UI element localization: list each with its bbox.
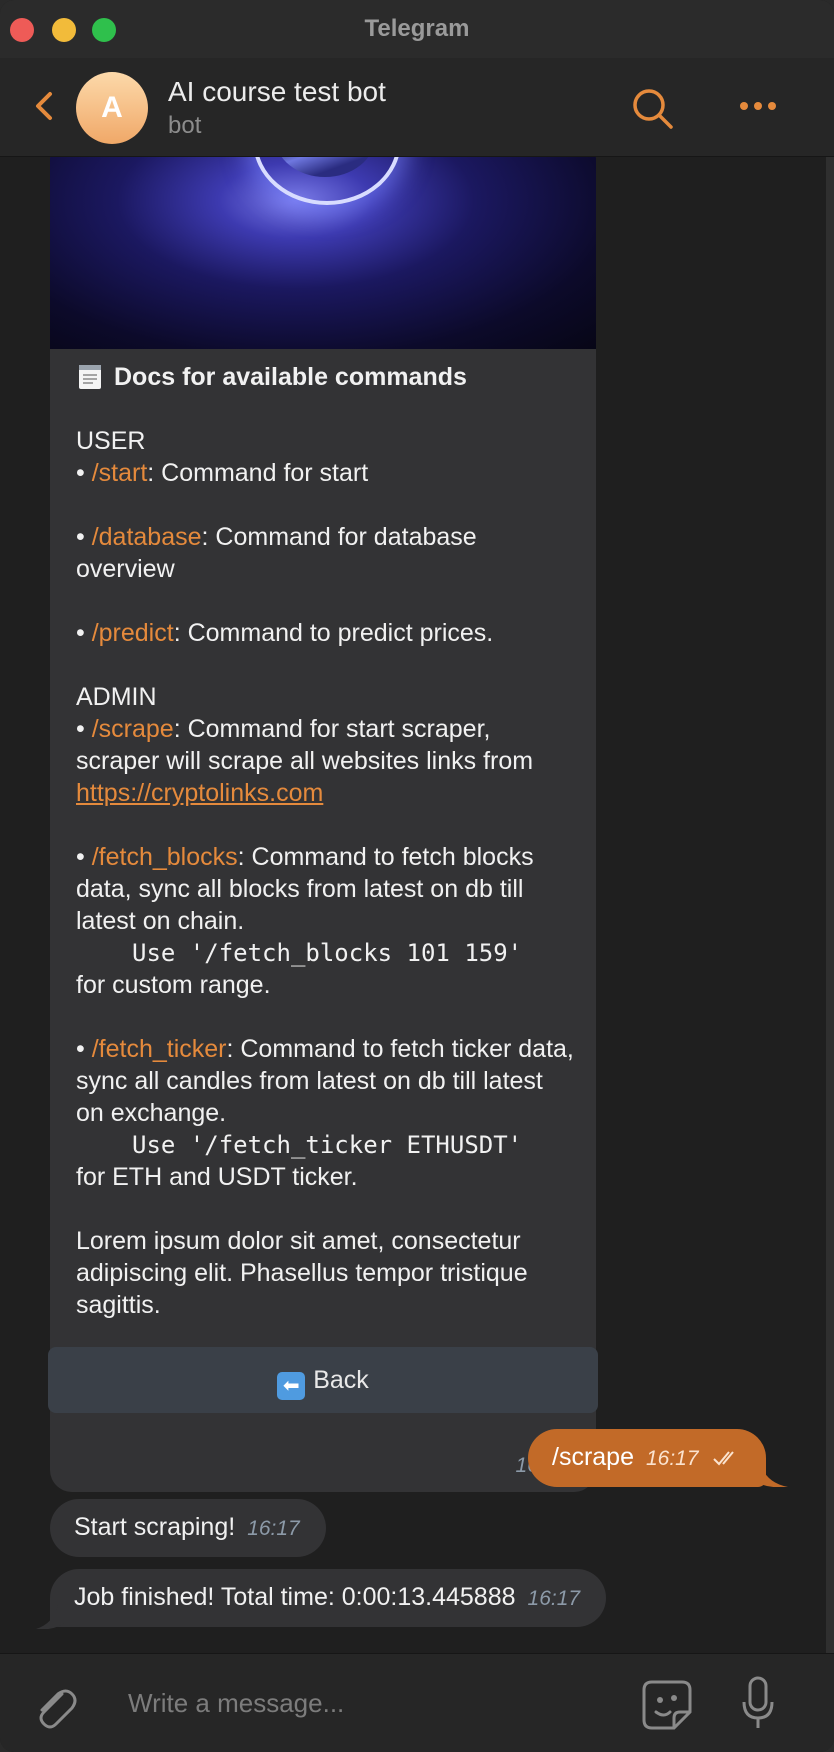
back-arrow-icon: ⬅ [277, 1372, 306, 1400]
incoming-message-text: Start scraping! [74, 1513, 236, 1541]
notepad-icon [79, 365, 101, 389]
fetch-ticker-command-line: • /fetch_ticker: Command to fetch ticker… [76, 1035, 574, 1127]
admin-heading: ADMIN [76, 683, 157, 711]
fetch-ticker-usage: Use '/fetch_ticker ETHUSDT' [132, 1131, 523, 1159]
scrape-command-line: • /scrape: Command for start scraper, sc… [76, 715, 534, 807]
start-command-line: • /start: Command for start [76, 459, 369, 487]
message-input[interactable]: Write a message... [128, 1688, 344, 1719]
docs-message-text: Docs for available commands USER • /star… [76, 361, 576, 1321]
user-heading: USER [76, 427, 146, 455]
cryptolinks-link[interactable]: https://cryptolinks.com [76, 779, 323, 807]
window-title: Telegram [364, 15, 470, 42]
predict-command-desc: : Command to predict prices. [173, 619, 494, 647]
docs-message-bubble[interactable]: Docs for available commands USER • /star… [50, 157, 596, 1492]
more-dots-icon[interactable] [738, 98, 778, 114]
outgoing-bubble-tail [752, 1463, 788, 1487]
database-command-link[interactable]: /database [92, 523, 202, 551]
outgoing-message[interactable]: /scrape 16:17 [528, 1429, 766, 1487]
fetch-ticker-usage-suffix: for ETH and USDT ticker. [76, 1163, 358, 1191]
search-icon[interactable] [628, 84, 678, 134]
incoming-bubble-tail [36, 1605, 66, 1629]
attach-clip-icon[interactable] [32, 1682, 78, 1732]
incoming-message[interactable]: Job finished! Total time: 0:00:13.445888… [50, 1569, 607, 1627]
incoming-message-text: Job finished! Total time: 0:00:13.445888 [74, 1583, 516, 1611]
back-chevron-icon[interactable] [30, 86, 58, 126]
incoming-message-time: 16:17 [247, 1517, 300, 1540]
avatar[interactable]: A [76, 72, 148, 144]
right-edge-strip [826, 157, 834, 1653]
fetch-ticker-command-link[interactable]: /fetch_ticker [92, 1035, 227, 1063]
chat-name[interactable]: AI course test bot [168, 76, 386, 108]
chat-area[interactable]: Docs for available commands USER • /star… [0, 157, 834, 1653]
chat-header: A AI course test bot bot [0, 58, 834, 157]
message-image[interactable] [50, 157, 596, 349]
telegram-window: Telegram A AI course test bot bot Docs f… [0, 0, 834, 1752]
incoming-message[interactable]: Start scraping! 16:17 [50, 1499, 326, 1557]
back-button-label: Back [313, 1366, 369, 1394]
docs-title: Docs for available commands [114, 363, 467, 391]
fetch-blocks-command-link[interactable]: /fetch_blocks [92, 843, 238, 871]
start-command-link[interactable]: /start [92, 459, 148, 487]
fetch-blocks-command-line: • /fetch_blocks: Command to fetch blocks… [76, 843, 534, 935]
fetch-blocks-usage-suffix: for custom range. [76, 971, 271, 999]
scrape-command-link[interactable]: /scrape [92, 715, 174, 743]
read-check-icon [712, 1451, 734, 1466]
incoming-message-time: 16:17 [527, 1587, 581, 1610]
fetch-blocks-usage: Use '/fetch_blocks 101 159' [132, 939, 523, 967]
start-command-desc: : Command for start [147, 459, 369, 487]
outgoing-message-text: /scrape [552, 1443, 634, 1471]
title-bar: Telegram [0, 0, 834, 59]
message-composer: Write a message... [0, 1653, 834, 1752]
outgoing-message-time: 16:17 [645, 1447, 699, 1470]
predict-command-link[interactable]: /predict [92, 619, 174, 647]
docs-title-line: Docs for available commands [76, 361, 576, 393]
microphone-icon[interactable] [740, 1676, 776, 1732]
database-command-line: • /database: Command for database overvi… [76, 523, 477, 583]
back-inline-button[interactable]: ⬅ Back [48, 1347, 598, 1413]
lorem-text: Lorem ipsum dolor sit amet, consectetur … [76, 1227, 528, 1319]
sticker-icon[interactable] [640, 1678, 694, 1732]
chat-subtitle: bot [168, 112, 202, 139]
predict-command-line: • /predict: Command to predict prices. [76, 619, 494, 647]
